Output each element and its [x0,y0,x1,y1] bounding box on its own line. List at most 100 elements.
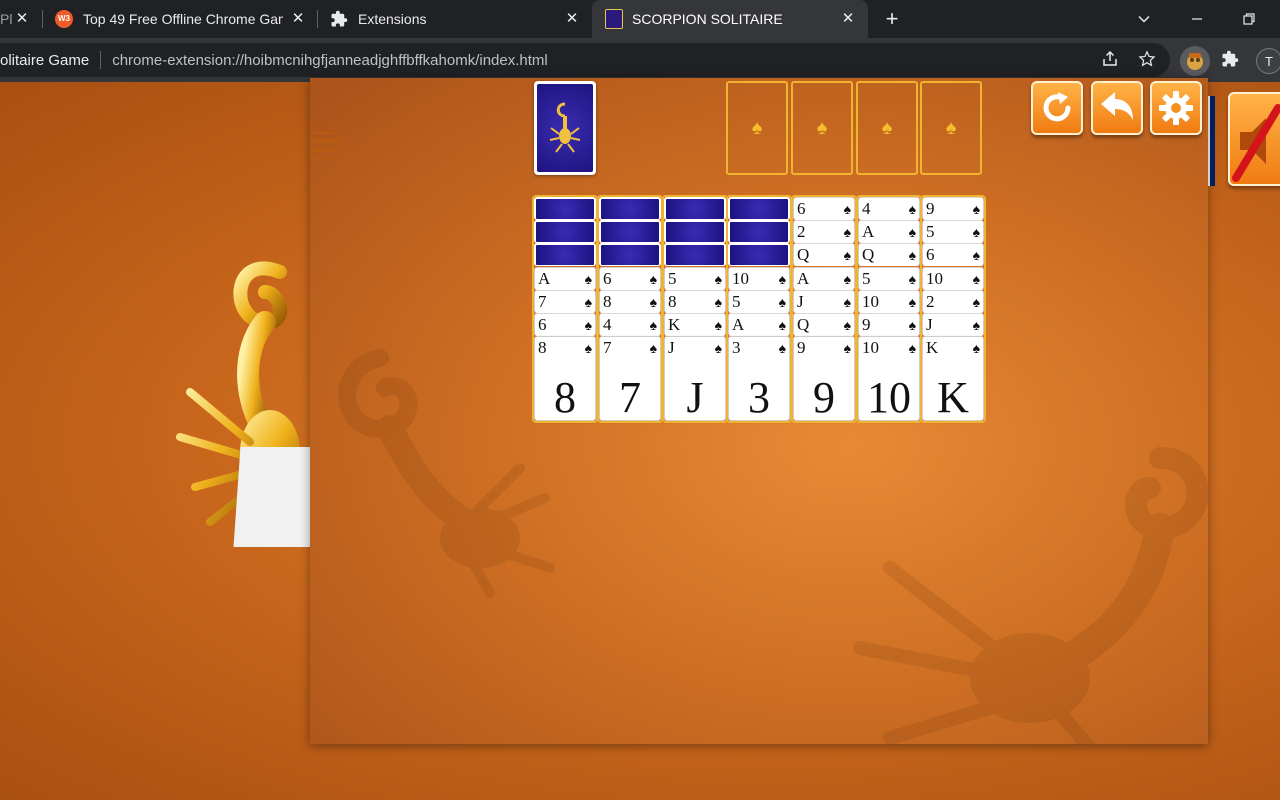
playing-card[interactable]: 9 ♠ [922,197,984,220]
playing-card[interactable]: Q ♠ [858,243,920,267]
url-text: chrome-extension://hoibmcnihgfjanneadjgh… [112,51,548,69]
playing-card[interactable]: A ♠ [793,266,855,290]
card-rank: A [862,222,875,242]
face-down-card[interactable] [664,197,726,220]
playing-card[interactable]: 7 ♠ [534,289,596,313]
playing-card[interactable]: 10 ♠ [858,289,920,313]
playing-card[interactable]: J ♠ [922,313,984,336]
undo-button[interactable] [1091,81,1143,135]
spade-icon: ♠ [649,317,657,333]
playing-card[interactable]: 5 ♠ [858,266,920,290]
tab-top49[interactable]: W3 Top 49 Free Offline Chrome Game ✕ [44,0,316,38]
close-icon[interactable]: ✕ [290,11,306,27]
face-down-card[interactable] [534,197,596,220]
playing-card[interactable]: 8 ♠ [664,289,726,313]
tab-scorpion-solitaire[interactable]: SCORPION SOLITAIRE ✕ [592,0,868,38]
address-separator [100,51,102,69]
restart-button[interactable] [1031,81,1083,135]
face-down-card[interactable] [534,243,596,267]
close-icon[interactable]: ✕ [564,11,580,27]
playing-card[interactable]: 4 ♠ [599,313,661,336]
playing-card[interactable]: A ♠ [534,266,596,290]
card-rank: 2 [926,291,935,311]
playing-card[interactable]: K ♠ K [922,336,984,422]
playing-card[interactable]: J ♠ J [664,336,726,422]
playing-card[interactable]: 10 ♠ 10 [858,336,920,422]
bookmark-star-icon[interactable] [1136,50,1158,72]
restore-window-icon[interactable] [1236,6,1262,32]
playing-card[interactable]: Q ♠ [793,313,855,336]
face-down-card[interactable] [599,243,661,267]
foundation-slot[interactable]: ♠ [791,81,853,175]
face-down-card[interactable] [728,220,790,244]
face-down-card[interactable] [664,220,726,244]
foundation-slot[interactable]: ♠ [856,81,918,175]
playing-card[interactable]: 7 ♠ 7 [599,336,661,423]
playing-card[interactable]: 3 ♠ 3 [728,336,790,422]
card-rank: 4 [862,199,871,218]
share-icon[interactable] [1099,50,1121,72]
minimize-icon[interactable] [1184,6,1210,32]
new-tab-button[interactable]: + [880,7,904,31]
scorpion-extension-icon[interactable] [1180,46,1210,76]
playing-card[interactable]: Q ♠ [793,243,855,267]
card-big-rank: 7 [619,373,641,423]
playing-card[interactable]: 6 ♠ [599,266,661,290]
sound-muted-icon [1232,104,1280,182]
foundation-slot[interactable]: ♠ [920,81,982,175]
menu-list-icon[interactable] [310,130,346,162]
card-rank: 6 [603,268,612,288]
settings-button[interactable] [1150,81,1202,135]
spade-icon: ♠ [972,340,980,357]
face-down-card[interactable] [664,243,726,267]
face-down-card[interactable] [728,197,790,220]
tab-partial[interactable]: Pl ✕ [0,0,40,38]
playing-card[interactable]: 6 ♠ [793,197,855,220]
playing-card[interactable]: 5 ♠ [664,266,726,290]
tab-search-chevron-icon[interactable] [1131,6,1157,32]
close-icon[interactable]: ✕ [14,11,30,27]
playing-card[interactable]: K ♠ [664,313,726,336]
tab-extensions[interactable]: Extensions ✕ [318,0,590,38]
playing-card[interactable]: 8 ♠ 8 [534,336,596,423]
sound-toggle-button[interactable] [1228,92,1280,186]
spade-icon: ♠ [649,270,657,287]
foundation-slot[interactable]: ♠ [726,81,788,175]
face-down-card[interactable] [599,197,661,220]
playing-card[interactable]: 10 ♠ [728,266,790,290]
card-back [601,199,659,219]
playing-card[interactable]: 5 ♠ [728,289,790,313]
card-big-rank: 8 [554,373,576,423]
playing-card[interactable]: 6 ♠ [534,313,596,336]
spade-icon: ♠ [816,116,828,139]
face-down-card[interactable] [534,220,596,244]
playing-card[interactable]: 6 ♠ [922,243,984,267]
card-rank: 8 [668,291,677,311]
playing-card[interactable]: J ♠ [793,289,855,313]
playing-card[interactable]: 4 ♠ [858,197,920,220]
playing-card[interactable]: A ♠ [728,313,790,336]
extensions-puzzle-icon[interactable] [1219,50,1241,72]
playing-card[interactable]: 8 ♠ [599,289,661,313]
playing-card[interactable]: A ♠ [858,220,920,244]
playing-card[interactable]: 2 ♠ [922,289,984,313]
spade-icon: ♠ [972,247,980,264]
face-down-card[interactable] [599,220,661,244]
card-back [666,245,724,266]
playing-card[interactable]: 9 ♠ [858,313,920,336]
card-rank: 10 [862,338,879,358]
card-rank: 10 [732,268,749,288]
address-bar[interactable]: olitaire Game chrome-extension://hoibmcn… [0,43,1170,77]
profile-avatar[interactable]: T [1256,48,1280,74]
card-rank: 3 [732,338,741,358]
stock-pile[interactable] [534,81,596,175]
playing-card[interactable]: 5 ♠ [922,220,984,244]
close-icon[interactable]: ✕ [840,11,856,27]
spade-icon: ♠ [972,293,980,310]
playing-card[interactable]: 10 ♠ [922,266,984,290]
card-rank: 4 [603,315,612,334]
face-down-card[interactable] [728,243,790,267]
playing-card[interactable]: 9 ♠ 9 [793,336,855,422]
playing-card[interactable]: 2 ♠ [793,220,855,244]
card-rank: 6 [926,245,935,265]
